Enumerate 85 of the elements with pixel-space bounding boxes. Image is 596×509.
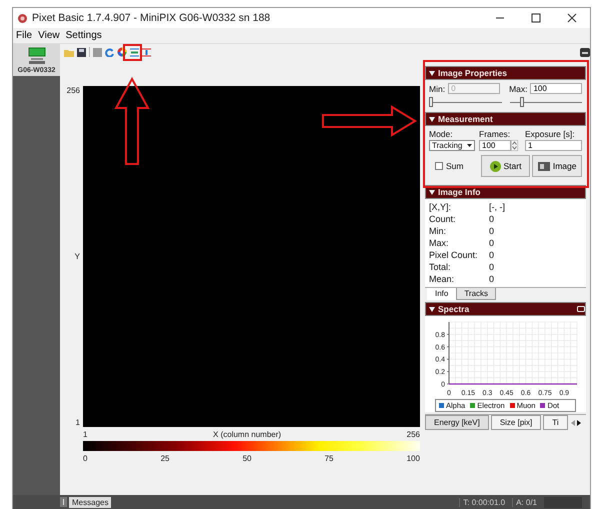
info-value: 0	[489, 249, 496, 261]
axis-label: 256	[406, 430, 420, 439]
section-header[interactable]: Image Properties	[425, 66, 586, 80]
info-value: [-, -]	[489, 201, 506, 213]
tab[interactable]: Info	[427, 288, 456, 300]
collapse-triangle-icon[interactable]	[429, 306, 435, 312]
window-title: Pixet Basic 1.7.4.907 - MiniPIX G06-W0332 sn 188	[32, 12, 272, 24]
info-value: 0	[489, 273, 496, 285]
min-slider-handle[interactable]	[429, 97, 433, 107]
highlight-box	[123, 44, 142, 61]
scale-tick-label: 0	[83, 454, 88, 463]
y-axis	[446, 322, 450, 384]
slider-track[interactable]	[429, 97, 502, 107]
exposure-field[interactable]: 1	[525, 140, 582, 151]
progress-box	[544, 496, 582, 508]
elapsed-time: T: 0:00:01.0	[459, 498, 508, 506]
axis-label: X (column number)	[213, 430, 282, 439]
app-logo-icon	[17, 12, 28, 24]
messages-icon[interactable]	[60, 497, 67, 507]
menu-item[interactable]: Settings	[66, 30, 102, 41]
info-label: Min:	[429, 225, 448, 237]
menu-item[interactable]: File	[16, 30, 32, 41]
collapse-triangle-icon[interactable]	[429, 190, 435, 194]
flip-horizontal-icon[interactable]	[130, 48, 139, 56]
dropdown-arrow-icon[interactable]	[467, 144, 472, 147]
field-label: Mode:	[429, 129, 454, 139]
axis-label: Y	[74, 252, 80, 261]
close-icon[interactable]	[567, 13, 577, 23]
collapse-triangle-icon[interactable]	[429, 116, 435, 122]
mode-dropdown[interactable]: Tracking	[429, 140, 475, 151]
scale-tick-label: 25	[160, 454, 170, 463]
legend-swatch	[470, 403, 476, 408]
legend-swatch	[540, 403, 546, 408]
field-label: Exposure [s]:	[525, 129, 576, 139]
info-value: 0	[489, 225, 496, 237]
field-label: Min:	[429, 84, 446, 94]
info-label: Max:	[429, 237, 450, 249]
field-label: Max:	[509, 84, 528, 94]
section-header[interactable]: Measurement	[425, 112, 586, 126]
flip-vertical-icon[interactable]	[142, 48, 151, 56]
tab[interactable]: Size [pix]	[490, 415, 542, 430]
frames-field[interactable]: 100	[479, 140, 511, 151]
checkbox-label: Sum	[446, 161, 464, 171]
messages-tab[interactable]: Messages	[69, 496, 112, 508]
device-icon	[26, 47, 46, 65]
float-icon[interactable]	[577, 306, 585, 312]
info-label: Mean:	[429, 273, 456, 285]
info-value: 0	[489, 261, 496, 273]
start-button[interactable]: Start	[480, 155, 530, 177]
info-label: Total:	[429, 261, 452, 273]
slider-track[interactable]	[510, 97, 582, 107]
color-wheel-icon[interactable]	[117, 47, 127, 57]
info-label: Count:	[429, 213, 457, 225]
spin-arrows-icon[interactable]	[511, 140, 518, 151]
axis-label: 1	[76, 418, 80, 427]
sum-checkbox[interactable]	[435, 162, 443, 170]
menu-item[interactable]: View	[38, 30, 60, 41]
tab[interactable]: Energy [keV]	[425, 415, 489, 430]
axis-label: 1	[83, 430, 88, 439]
field-label: Frames:	[479, 129, 512, 139]
section-header[interactable]: Spectra	[425, 302, 586, 316]
play-icon	[490, 160, 501, 172]
scale-tick-label: 75	[324, 454, 334, 463]
picture-icon	[538, 162, 550, 170]
legend-swatch	[439, 403, 444, 408]
refresh-icon[interactable]	[105, 48, 114, 56]
max-field[interactable]: 100	[530, 83, 582, 94]
scale-tick-label: 100	[406, 454, 420, 463]
tab[interactable]: Tracks	[456, 288, 496, 300]
tab[interactable]: Ti	[543, 415, 568, 430]
image-button[interactable]: Image	[532, 155, 582, 177]
legend-swatch	[510, 403, 515, 408]
axis-label: 256	[66, 86, 80, 95]
info-value: 0	[489, 237, 496, 249]
acquisition-count: A: 0/1	[512, 498, 540, 506]
collapse-triangle-icon[interactable]	[429, 70, 435, 76]
info-label: [X,Y]:	[429, 201, 452, 213]
panel-toggle-icon[interactable]	[580, 48, 590, 56]
info-value: 0	[489, 213, 496, 225]
max-slider-handle[interactable]	[520, 97, 524, 107]
save-icon[interactable]	[77, 48, 86, 56]
info-label: Pixel Count:	[429, 249, 479, 261]
scroll-right-icon[interactable]	[576, 418, 582, 426]
scale-tick-label: 50	[242, 454, 252, 463]
maximize-icon[interactable]	[531, 13, 541, 23]
